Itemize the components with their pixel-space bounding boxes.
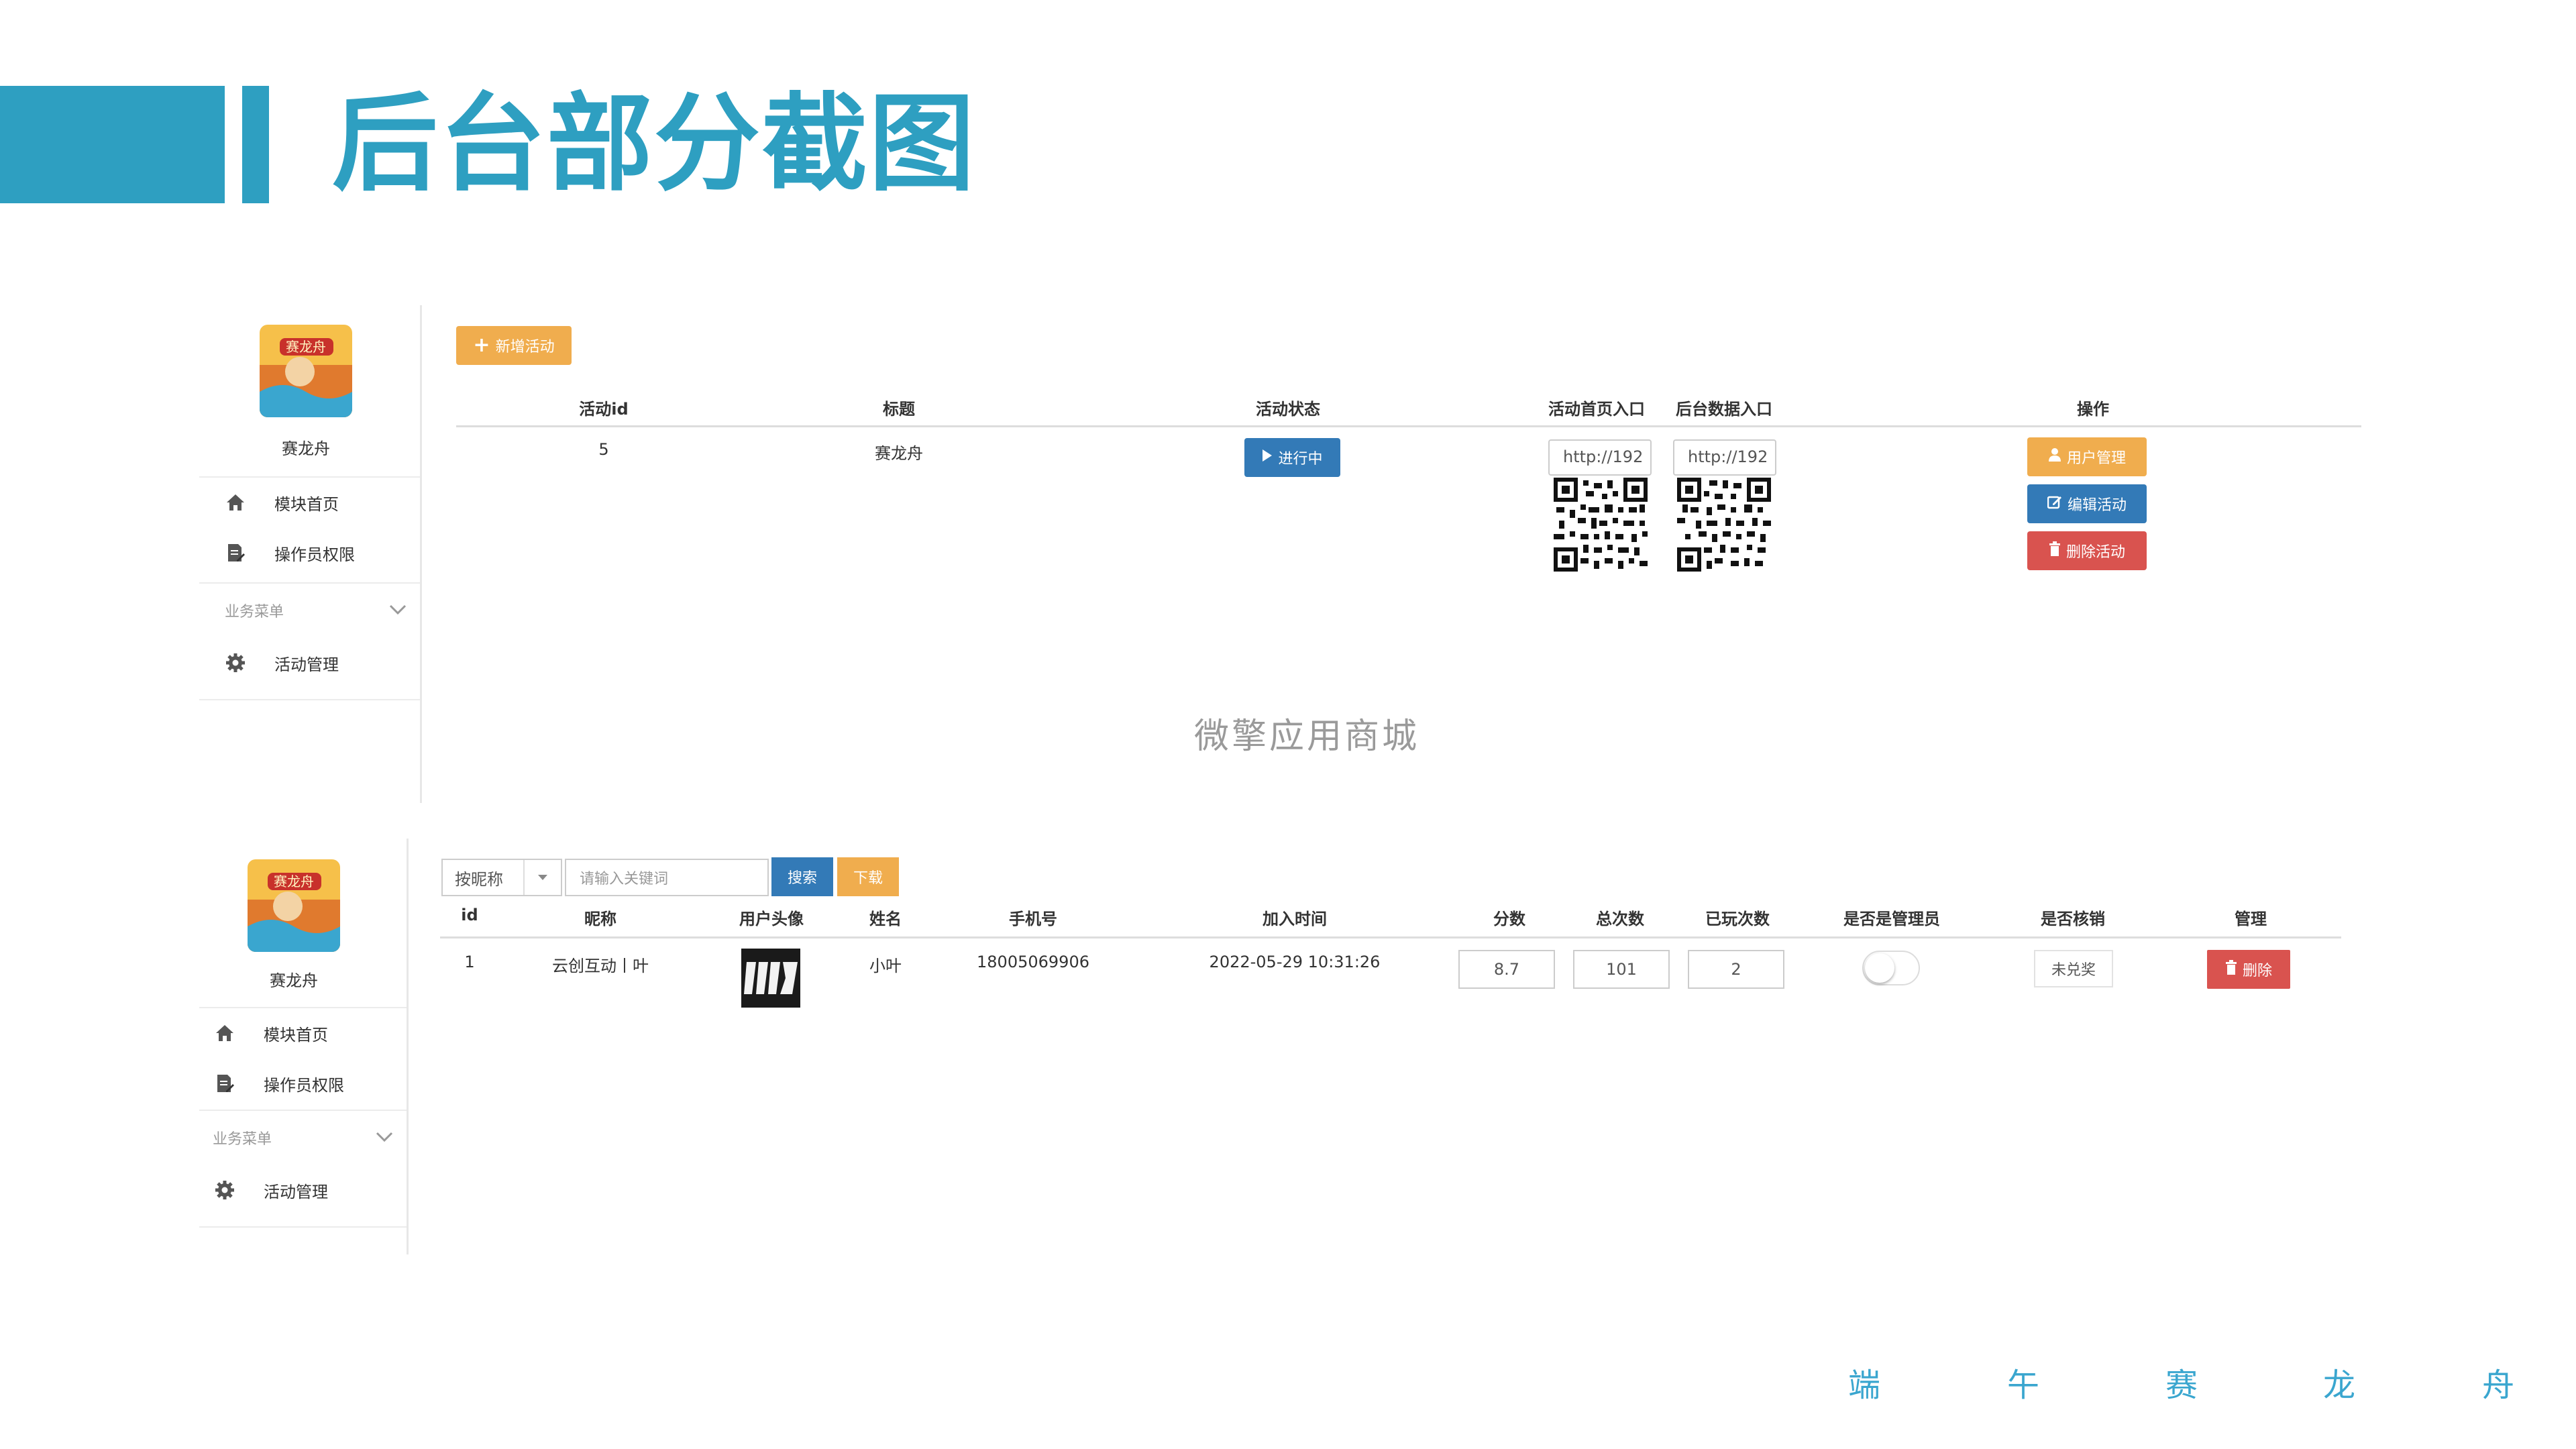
- status-running-button[interactable]: 进行中: [1244, 438, 1340, 477]
- sidebar-section-business-menu[interactable]: 业务菜单: [199, 1110, 407, 1165]
- edit-activity-button[interactable]: 编辑活动: [2027, 484, 2147, 523]
- plus-icon: +: [473, 333, 490, 357]
- header-accent-stripe: [242, 86, 269, 203]
- search-button[interactable]: 搜索: [771, 857, 833, 896]
- sidebar-divider: [199, 1226, 407, 1228]
- delete-activity-button[interactable]: 删除活动: [2027, 531, 2147, 570]
- admin-qr-code: [1677, 478, 1771, 572]
- sidebar-item-operator-permissions[interactable]: 操作员权限: [199, 1058, 407, 1109]
- user-management-button[interactable]: 用户管理: [2027, 437, 2147, 476]
- sidebar-section-label: 业务菜单: [225, 604, 284, 621]
- sidebar-item-module-home[interactable]: 模块首页: [199, 1007, 407, 1058]
- sidebar-item-activity-management[interactable]: 活动管理: [199, 1165, 407, 1216]
- sidebar-divider: [199, 699, 420, 700]
- sidebar-item-label: 活动管理: [274, 655, 339, 674]
- toggle-knob: [1865, 953, 1894, 983]
- score-input[interactable]: 8.7: [1458, 950, 1555, 989]
- footer-char: 舟: [2482, 1366, 2515, 1404]
- column-header-played: 已玩次数: [1705, 910, 1770, 928]
- cell-join-time: 2022-05-29 10:31:26: [1209, 953, 1381, 971]
- cell-id: 1: [464, 953, 475, 971]
- add-activity-button[interactable]: + 新增活动: [456, 326, 572, 365]
- played-count-input[interactable]: 2: [1688, 950, 1784, 989]
- sidebar-item-label: 操作员权限: [264, 1075, 344, 1095]
- cell-activity-id: 5: [598, 440, 609, 459]
- trash-icon: [2225, 960, 2237, 979]
- column-header-status: 活动状态: [1256, 400, 1320, 419]
- watermark: 微擎应用商城: [1194, 716, 1420, 757]
- cell-name: 小叶: [869, 957, 902, 975]
- user-avatar: [741, 949, 800, 1008]
- sidebar-item-label: 操作员权限: [274, 545, 355, 564]
- column-header-id: id: [461, 906, 478, 924]
- footer-char: 赛: [2165, 1366, 2198, 1404]
- gear-icon: [214, 1179, 235, 1201]
- admin-url-field[interactable]: http://192: [1673, 439, 1776, 476]
- column-header-nickname: 昵称: [584, 910, 616, 928]
- home-qr-code: [1554, 478, 1648, 572]
- table-header-divider: [456, 425, 2361, 427]
- header-accent-bar: [0, 86, 225, 203]
- column-header-home-entry: 活动首页入口: [1548, 400, 1645, 419]
- cell-nickname: 云创互动丨叶: [552, 957, 649, 975]
- home-url-field[interactable]: http://192: [1548, 439, 1652, 476]
- sidebar-item-module-home[interactable]: 模块首页: [199, 476, 420, 527]
- sidebar-item-label: 模块首页: [274, 494, 339, 514]
- sidebar-item-activity-management[interactable]: 活动管理: [199, 637, 420, 688]
- document-edit-icon: [214, 1073, 235, 1094]
- column-header-actions: 操作: [2077, 400, 2109, 419]
- download-button[interactable]: 下载: [837, 857, 899, 896]
- sidebar: 赛龙舟 赛龙舟 模块首页 操作员权限 业务菜单 活动管理: [199, 305, 422, 803]
- footer-char: 龙: [2323, 1366, 2356, 1404]
- app-name: 赛龙舟: [270, 971, 318, 990]
- cell-title: 赛龙舟: [875, 444, 923, 463]
- sidebar-item-label: 活动管理: [264, 1182, 328, 1201]
- admin-toggle[interactable]: [1862, 951, 1920, 985]
- chevron-down-icon: [376, 1130, 393, 1146]
- column-header-is-admin: 是否是管理员: [1843, 910, 1940, 928]
- caret-down-icon: [523, 860, 561, 895]
- slide-title: 后台部分截图: [332, 83, 976, 206]
- trash-icon: [2049, 541, 2061, 560]
- column-header-title: 标题: [883, 400, 915, 419]
- edit-icon: [2047, 494, 2062, 513]
- column-header-score: 分数: [1493, 910, 1525, 928]
- column-header-join-time: 加入时间: [1263, 910, 1327, 928]
- footer-char: 端: [1848, 1366, 1881, 1404]
- gear-icon: [225, 652, 246, 674]
- column-header-phone: 手机号: [1009, 910, 1057, 928]
- footer-char: 午: [2007, 1366, 2040, 1404]
- sidebar-section-label: 业务菜单: [213, 1131, 272, 1148]
- sidebar: 赛龙舟 赛龙舟 模块首页 操作员权限 业务菜单 活动管理: [199, 839, 409, 1254]
- svg-text:赛龙舟: 赛龙舟: [286, 339, 326, 355]
- svg-text:赛龙舟: 赛龙舟: [274, 873, 314, 890]
- table-header-divider: [440, 936, 2341, 938]
- column-header-name: 姓名: [869, 910, 902, 928]
- delete-user-button[interactable]: 删除: [2207, 950, 2290, 989]
- total-plays-input[interactable]: 101: [1573, 950, 1670, 989]
- search-input[interactable]: 请输入关键词: [565, 859, 769, 896]
- column-header-redeemed: 是否核销: [2041, 910, 2105, 928]
- app-logo: 赛龙舟: [248, 859, 340, 952]
- redeem-status-badge: 未兑奖: [2034, 950, 2113, 987]
- play-icon: [1262, 449, 1273, 466]
- app-logo: 赛龙舟: [260, 325, 352, 417]
- filter-select[interactable]: 按昵称: [441, 859, 562, 896]
- chevron-down-icon: [389, 602, 407, 619]
- app-name: 赛龙舟: [282, 439, 330, 458]
- home-icon: [225, 492, 246, 513]
- column-header-total-plays: 总次数: [1596, 910, 1644, 928]
- cell-phone: 18005069906: [977, 953, 1089, 971]
- sidebar-section-business-menu[interactable]: 业务菜单: [199, 582, 420, 637]
- home-icon: [214, 1022, 235, 1044]
- sidebar-item-label: 模块首页: [264, 1025, 328, 1044]
- user-icon: [2048, 447, 2061, 466]
- sidebar-item-operator-permissions[interactable]: 操作员权限: [199, 527, 420, 578]
- column-header-admin-entry: 后台数据入口: [1676, 400, 1772, 419]
- column-header-avatar: 用户头像: [739, 910, 804, 928]
- document-edit-icon: [225, 542, 246, 564]
- column-header-activity-id: 活动id: [579, 400, 629, 419]
- column-header-manage: 管理: [2235, 910, 2267, 928]
